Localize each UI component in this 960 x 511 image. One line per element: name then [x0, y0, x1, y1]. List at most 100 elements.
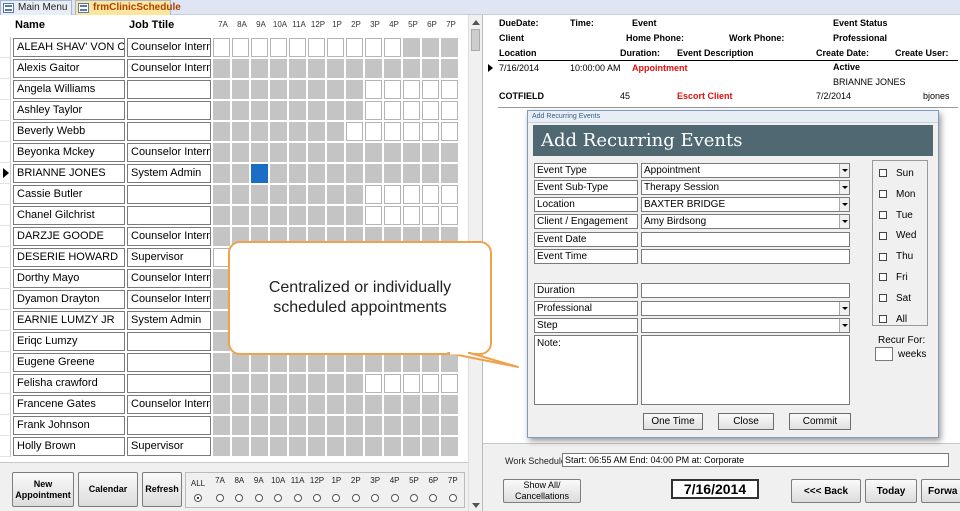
time-slot[interactable] — [213, 143, 230, 162]
time-slot[interactable] — [384, 122, 401, 141]
time-slot[interactable] — [289, 206, 306, 225]
time-slot[interactable] — [403, 122, 420, 141]
time-slot[interactable] — [365, 395, 382, 414]
record-selector[interactable] — [0, 247, 11, 268]
time-slot[interactable] — [403, 185, 420, 204]
time-slot[interactable] — [403, 416, 420, 435]
time-slot[interactable] — [251, 374, 268, 393]
time-slot[interactable] — [422, 143, 439, 162]
employee-name[interactable]: Beverly Webb — [13, 122, 125, 141]
record-selector[interactable] — [0, 184, 11, 205]
time-slot[interactable] — [441, 206, 458, 225]
employee-name[interactable]: BRIANNE JONES — [13, 164, 125, 183]
schedule-row[interactable]: Cassie Butler — [0, 184, 468, 205]
time-slot[interactable] — [232, 416, 249, 435]
time-slot[interactable] — [251, 395, 268, 414]
time-slot[interactable] — [365, 353, 382, 372]
time-slot[interactable] — [422, 122, 439, 141]
employee-job-title[interactable]: System Admin — [127, 311, 211, 330]
radio-hour[interactable] — [254, 494, 263, 502]
time-slot[interactable] — [346, 59, 363, 78]
time-slot[interactable] — [346, 164, 363, 183]
radio-hour[interactable] — [235, 494, 244, 502]
time-slot[interactable] — [251, 143, 268, 162]
schedule-row[interactable]: BRIANNE JONES System Admin — [0, 163, 468, 184]
time-slot[interactable] — [251, 164, 268, 183]
time-slot[interactable] — [346, 206, 363, 225]
field-input[interactable] — [641, 283, 850, 298]
record-selector[interactable] — [0, 100, 11, 121]
record-selector[interactable] — [0, 268, 11, 289]
schedule-row[interactable]: Beverly Webb — [0, 121, 468, 142]
time-slot[interactable] — [365, 122, 382, 141]
note-field[interactable] — [641, 335, 850, 405]
schedule-row[interactable]: Alexis Gaitor Counselor Intern — [0, 58, 468, 79]
field-combobox[interactable]: BAXTER BRIDGE — [641, 197, 850, 212]
employee-job-title[interactable] — [127, 332, 211, 351]
checkbox-icon[interactable] — [879, 210, 887, 219]
checkbox-icon[interactable] — [879, 273, 887, 282]
weekday-checkbox[interactable]: Fri — [879, 272, 908, 284]
recur-weeks-input[interactable] — [875, 347, 893, 361]
time-slot[interactable] — [384, 374, 401, 393]
radio-hour[interactable] — [351, 494, 360, 502]
employee-job-title[interactable] — [127, 374, 211, 393]
time-slot[interactable] — [251, 101, 268, 120]
employee-name[interactable]: DESERIE HOWARD — [13, 248, 125, 267]
time-slot[interactable] — [403, 206, 420, 225]
employee-name[interactable]: Beyonka Mckey — [13, 143, 125, 162]
time-slot[interactable] — [308, 185, 325, 204]
record-selector[interactable] — [0, 310, 11, 331]
time-slot[interactable] — [365, 143, 382, 162]
one-time-button[interactable]: One Time — [643, 413, 703, 430]
time-slot[interactable] — [365, 101, 382, 120]
time-slot[interactable] — [441, 143, 458, 162]
time-slot[interactable] — [346, 80, 363, 99]
radio-hour[interactable] — [429, 494, 438, 502]
time-slot[interactable] — [365, 437, 382, 456]
record-selector[interactable] — [0, 226, 11, 247]
field-input[interactable] — [641, 232, 850, 247]
record-selector[interactable] — [0, 394, 11, 415]
time-slot[interactable] — [346, 416, 363, 435]
today-button[interactable]: Today — [865, 479, 917, 503]
time-slot[interactable] — [289, 101, 306, 120]
refresh-button[interactable]: Refresh — [142, 472, 182, 507]
time-slot[interactable] — [441, 374, 458, 393]
time-slot[interactable] — [403, 374, 420, 393]
record-selector[interactable] — [0, 163, 11, 184]
time-slot[interactable] — [346, 437, 363, 456]
employee-job-title[interactable]: Counselor Intern — [127, 395, 211, 414]
time-slot[interactable] — [251, 185, 268, 204]
checkbox-icon[interactable] — [879, 169, 887, 178]
time-slot[interactable] — [327, 38, 344, 57]
time-slot[interactable] — [289, 59, 306, 78]
time-slot[interactable] — [308, 416, 325, 435]
time-slot[interactable] — [441, 185, 458, 204]
time-slot[interactable] — [308, 374, 325, 393]
employee-job-title[interactable]: Supervisor — [127, 248, 211, 267]
tab-frm-clinic-schedule[interactable]: frmClinicSchedule — [75, 0, 181, 15]
time-slot[interactable] — [327, 164, 344, 183]
time-slot[interactable] — [251, 80, 268, 99]
time-slot[interactable] — [213, 101, 230, 120]
time-slot[interactable] — [403, 353, 420, 372]
checkbox-icon[interactable] — [879, 252, 887, 261]
time-slot[interactable] — [441, 101, 458, 120]
forward-button[interactable]: Forwa — [921, 479, 960, 503]
time-slot[interactable] — [384, 38, 401, 57]
time-slot[interactable] — [422, 185, 439, 204]
time-slot[interactable] — [289, 38, 306, 57]
time-slot[interactable] — [232, 38, 249, 57]
employee-name[interactable]: EARNIE LUMZY JR — [13, 311, 125, 330]
employee-job-title[interactable]: Counselor Intern — [127, 290, 211, 309]
time-slot[interactable] — [384, 353, 401, 372]
employee-job-title[interactable] — [127, 353, 211, 372]
field-combobox[interactable]: Amy Birdsong — [641, 214, 850, 229]
time-slot[interactable] — [422, 416, 439, 435]
time-slot[interactable] — [270, 80, 287, 99]
employee-name[interactable]: Ashley Taylor — [13, 101, 125, 120]
time-slot[interactable] — [365, 38, 382, 57]
record-selector[interactable] — [0, 121, 11, 142]
dropdown-arrow-icon[interactable] — [839, 181, 849, 194]
